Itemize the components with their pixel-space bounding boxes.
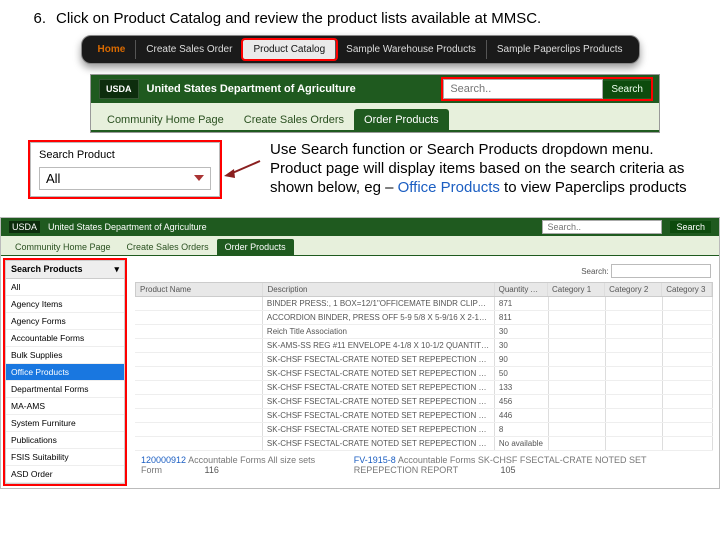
tab-sample-warehouse[interactable]: Sample Warehouse Products [336,40,487,59]
usda-logo: USDA [99,79,139,99]
subnav-tabs: Community Home Page Create Sales Orders … [91,103,659,132]
tab-order-products[interactable]: Order Products [354,109,449,130]
tab-create-sales-orders[interactable]: Create Sales Orders [234,109,354,130]
search-product-dropdown[interactable]: All [39,167,211,190]
table-header: Product Name Description Quantity Availa… [135,282,713,297]
tab-product-catalog[interactable]: Product Catalog [243,40,336,59]
sidebar-panel: Search Products ▾ AllAgency ItemsAgency … [5,260,125,484]
tab-sample-paperclips[interactable]: Sample Paperclips Products [487,40,633,59]
tab-order-small[interactable]: Order Products [217,239,294,255]
step-text: Click on Product Catalog and review the … [56,10,541,27]
usda-logo-small: USDA [9,221,40,233]
search-button-small[interactable]: Search [670,221,711,233]
col-quantity[interactable]: Quantity Available [495,283,548,296]
chevron-down-icon: ▾ [114,264,119,275]
sidebar-item[interactable]: Departmental Forms [6,381,124,398]
table-row: SK-CHSF FSECTAL-CRATE NOTED SET REPEPECT… [135,437,713,451]
col-category3[interactable]: Category 3 [662,283,712,296]
search-input-small[interactable] [542,220,662,234]
tab-create-small[interactable]: Create Sales Orders [119,239,217,255]
sidebar-item[interactable]: Office Products [6,364,124,381]
office-products-link: Office Products [398,179,500,196]
table-row: ACCORDION BINDER, PRESS OFF 5-9 5/8 X 5-… [135,311,713,325]
step-number: 6. [20,10,46,27]
product-link[interactable]: FV-1915-8 [354,455,396,465]
usda-title-small: United States Department of Agriculture [48,222,207,232]
usda-title: United States Department of Agriculture [147,83,356,95]
table-row: Reich Title Association30 [135,325,713,339]
sidebar-item[interactable]: Accountable Forms [6,330,124,347]
search-product-panel: Search Product All [30,142,220,197]
search-group: Search [443,79,651,99]
sidebar-item[interactable]: ASD Order [6,466,124,483]
sidebar-item[interactable]: Agency Forms [6,313,124,330]
search-product-label: Search Product [39,149,211,161]
tab-create-sales-order[interactable]: Create Sales Order [136,40,243,59]
sidebar-item[interactable]: All [6,279,124,296]
table-row: SK-AMS-SS REG #11 ENVELOPE 4-1/8 X 10-1/… [135,339,713,353]
col-product-name[interactable]: Product Name [136,283,263,296]
col-category1[interactable]: Category 1 [548,283,605,296]
product-link[interactable]: 120000912 [141,455,186,465]
sidebar-item[interactable]: Bulk Supplies [6,347,124,364]
main-area: Search: Product Name Description Quantit… [129,256,719,488]
table-search-input[interactable] [611,264,711,278]
usda-bar-small: USDA United States Department of Agricul… [1,218,719,236]
table-row: SK-CHSF FSECTAL-CRATE NOTED SET REPEPECT… [135,367,713,381]
table-row: SK-CHSF FSECTAL-CRATE NOTED SET REPEPECT… [135,409,713,423]
search-button[interactable]: Search [603,81,651,98]
tab-home[interactable]: Home [88,40,137,59]
tab-community-home[interactable]: Community Home Page [97,109,234,130]
subnav-tabs-small: Community Home Page Create Sales Orders … [1,236,719,256]
search-product-value: All [46,171,60,186]
table-row: BINDER PRESS:, 1 BOX=12/1"OFFICEMATE BIN… [135,297,713,311]
callout-arrow-icon [224,158,262,180]
sidebar-item[interactable]: FSIS Suitability [6,449,124,466]
col-description[interactable]: Description [263,283,494,296]
top-tabstrip: Home Create Sales Order Product Catalog … [81,35,640,64]
table-row: SK-CHSF FSECTAL-CRATE NOTED SET REPEPECT… [135,395,713,409]
tab-community-small[interactable]: Community Home Page [7,239,119,255]
usda-header-screenshot: USDA United States Department of Agricul… [90,74,660,133]
table-row: SK-CHSF FSECTAL-CRATE NOTED SET REPEPECT… [135,381,713,395]
table-search-label: Search: [581,267,609,276]
expanded-page-screenshot: USDA United States Department of Agricul… [0,217,720,489]
usda-bar: USDA United States Department of Agricul… [91,75,659,103]
sidebar-header: Search Products [11,264,83,275]
search-input[interactable] [443,79,603,99]
sidebar-item[interactable]: System Furniture [6,415,124,432]
col-category2[interactable]: Category 2 [605,283,662,296]
sidebar-item[interactable]: Agency Items [6,296,124,313]
chevron-down-icon [194,175,204,181]
table-row: SK-CHSF FSECTAL-CRATE NOTED SET REPEPECT… [135,423,713,437]
sidebar-item[interactable]: Publications [6,432,124,449]
step-instruction: 6. Click on Product Catalog and review t… [20,10,700,27]
instruction-text: Use Search function or Search Products d… [270,141,700,197]
sidebar-item[interactable]: MA-AMS [6,398,124,415]
table-row: SK-CHSF FSECTAL-CRATE NOTED SET REPEPECT… [135,353,713,367]
